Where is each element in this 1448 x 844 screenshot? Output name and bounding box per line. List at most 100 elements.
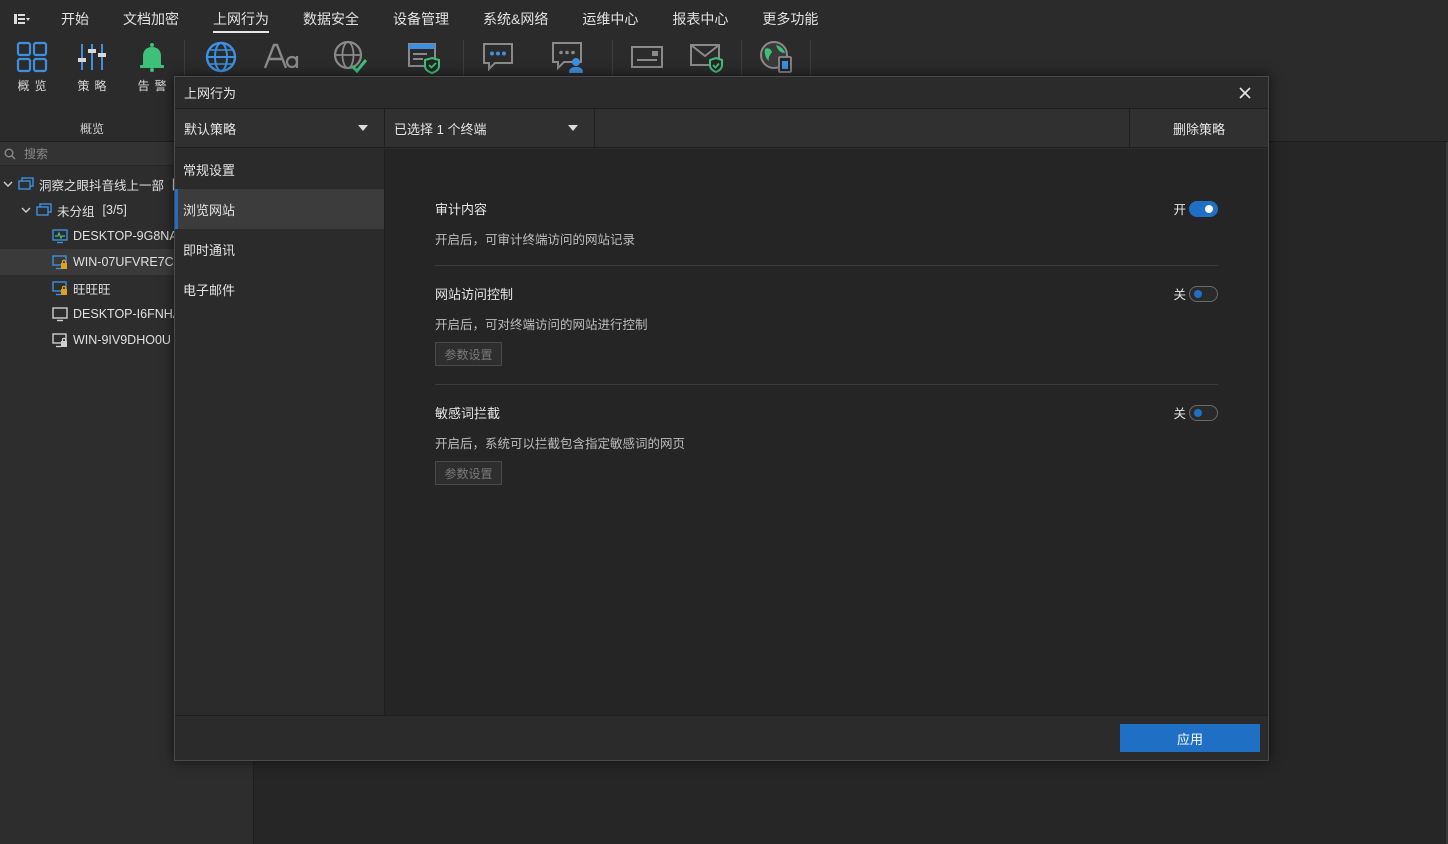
section-title: 网站访问控制 bbox=[435, 286, 514, 302]
globe-device-icon bbox=[756, 38, 796, 76]
toggle-state-label: 关 bbox=[1173, 288, 1186, 302]
monitor-offline-lock-icon bbox=[52, 332, 68, 348]
menu-device-management[interactable]: 设备管理 bbox=[376, 0, 466, 38]
policy-bar-spacer bbox=[595, 109, 1130, 147]
sensitive-word-switch[interactable] bbox=[1189, 404, 1218, 421]
tree-terminal-label: WIN-07UFVRE7CI bbox=[73, 255, 178, 269]
monitor-lock-icon bbox=[52, 280, 68, 296]
caret-down-icon bbox=[358, 125, 368, 131]
alarm-tool-button[interactable]: 告警 bbox=[122, 38, 182, 100]
apply-button[interactable]: 应用 bbox=[1120, 724, 1260, 752]
toggle-state-label: 关 bbox=[1173, 407, 1186, 421]
dialog-policy-bar: 默认策略 已选择 1 个终端 删除策略 bbox=[175, 109, 1268, 148]
tree-terminal-label: 旺旺旺 bbox=[73, 282, 111, 297]
nav-general-settings[interactable]: 常规设置 bbox=[175, 149, 384, 189]
toggle-state-label: 开 bbox=[1173, 203, 1186, 217]
delete-policy-button[interactable]: 删除策略 bbox=[1130, 109, 1268, 147]
email-icon bbox=[627, 38, 667, 76]
switch-knob bbox=[1194, 408, 1202, 417]
search-placeholder: 搜索 bbox=[24, 147, 49, 161]
dialog-footer: 应用 bbox=[175, 715, 1268, 760]
web-access-control-switch[interactable] bbox=[1189, 285, 1218, 302]
terminal-dropdown-value: 已选择 1 个终端 bbox=[394, 121, 487, 137]
web-access-toggle-group: 关 bbox=[1173, 284, 1218, 303]
policy-sliders-icon bbox=[72, 38, 112, 76]
webpage-shield-icon bbox=[404, 38, 444, 76]
chevron-down-icon[interactable] bbox=[20, 204, 32, 216]
menu-more-features[interactable]: 更多功能 bbox=[745, 0, 835, 38]
policy-dropdown[interactable]: 默认策略 bbox=[175, 109, 385, 147]
menu-ops-center[interactable]: 运维中心 bbox=[565, 0, 655, 38]
sensitive-word-section: 敏感词拦截 开启后，系统可以拦截包含指定敏感词的网页 参数设置 关 bbox=[435, 403, 1218, 485]
section-divider bbox=[435, 384, 1218, 385]
audit-content-toggle-group: 开 bbox=[1173, 199, 1218, 218]
menu-doc-encrypt[interactable]: 文档加密 bbox=[106, 0, 196, 38]
policy-tool-button[interactable]: 策略 bbox=[62, 38, 122, 100]
ribbon-separator bbox=[184, 40, 185, 76]
chat-user-icon bbox=[547, 38, 587, 76]
terminal-dropdown[interactable]: 已选择 1 个终端 bbox=[385, 109, 595, 147]
globe-check-icon bbox=[330, 38, 370, 76]
monitor-offline-icon bbox=[52, 306, 68, 322]
dialog-body: 常规设置 浏览网站 即时通讯 电子邮件 审计内容 开启后，可审计终端访问的网站记… bbox=[175, 149, 1268, 716]
section-description: 开启后，可对终端访问的网站进行控制 bbox=[435, 318, 648, 332]
email-shield-icon bbox=[686, 38, 726, 76]
ribbon-separator bbox=[463, 40, 464, 76]
overview-tool-button[interactable]: 概览 bbox=[2, 38, 62, 100]
search-icon bbox=[4, 148, 16, 159]
menu-system-network[interactable]: 系统&网络 bbox=[466, 0, 565, 38]
nav-browse-websites[interactable]: 浏览网站 bbox=[175, 189, 384, 229]
ribbon-separator bbox=[741, 40, 742, 76]
caret-down-icon bbox=[568, 125, 578, 131]
tree-terminal-label: DESKTOP-I6FNHA bbox=[73, 307, 182, 321]
globe-icon bbox=[201, 38, 241, 76]
tree-node-label: 洞察之眼抖音线上一部 bbox=[39, 178, 165, 193]
settings-content: 审计内容 开启后，可审计终端访问的网站记录 开 网站访问控制 开启后，可对终端访… bbox=[385, 149, 1268, 716]
app-menu-icon[interactable] bbox=[0, 0, 44, 38]
menu-bar: 开始 文档加密 上网行为 数据安全 设备管理 系统&网络 运维中心 报表中心 更… bbox=[0, 0, 1448, 38]
tree-terminal-label: WIN-9IV9DHO0U bbox=[73, 333, 171, 347]
alarm-bell-icon bbox=[132, 38, 172, 76]
section-title: 敏感词拦截 bbox=[435, 405, 501, 421]
sensitive-word-toggle-group: 关 bbox=[1173, 403, 1218, 422]
menu-start[interactable]: 开始 bbox=[44, 0, 106, 38]
menu-report-center[interactable]: 报表中心 bbox=[655, 0, 745, 38]
monitor-online-icon bbox=[52, 228, 68, 244]
close-icon[interactable] bbox=[1236, 84, 1254, 102]
switch-knob bbox=[1194, 289, 1202, 298]
menu-data-security[interactable]: 数据安全 bbox=[286, 0, 376, 38]
section-description: 开启后，系统可以拦截包含指定敏感词的网页 bbox=[435, 437, 686, 451]
dialog-title-bar: 上网行为 bbox=[175, 77, 1268, 109]
param-settings-button[interactable]: 参数设置 bbox=[435, 461, 502, 485]
section-title: 审计内容 bbox=[435, 201, 488, 217]
group-icon bbox=[18, 176, 34, 192]
web-behavior-dialog: 上网行为 默认策略 已选择 1 个终端 删除策略 常规设置 浏览网站 即时通讯 … bbox=[174, 76, 1269, 761]
chat-icon bbox=[478, 38, 518, 76]
group-icon bbox=[36, 202, 52, 218]
audit-content-section: 审计内容 开启后，可审计终端访问的网站记录 开 bbox=[435, 199, 1218, 247]
web-access-control-section: 网站访问控制 开启后，可对终端访问的网站进行控制 参数设置 关 bbox=[435, 284, 1218, 366]
ribbon-separator bbox=[810, 40, 811, 76]
section-divider bbox=[435, 265, 1218, 266]
switch-knob bbox=[1205, 204, 1213, 213]
tree-terminal-label: DESKTOP-9G8NA bbox=[73, 229, 178, 243]
ribbon-separator bbox=[612, 40, 613, 76]
tree-node-count: [3/5] bbox=[102, 203, 127, 217]
font-aa-icon bbox=[261, 38, 301, 76]
overview-tool-label: 概览 bbox=[17, 79, 52, 93]
dialog-nav: 常规设置 浏览网站 即时通讯 电子邮件 bbox=[175, 149, 385, 716]
audit-content-switch[interactable] bbox=[1189, 200, 1218, 217]
dialog-title: 上网行为 bbox=[184, 86, 237, 101]
overview-grid-icon bbox=[12, 38, 52, 76]
policy-tool-label: 策略 bbox=[77, 79, 112, 93]
tree-node-label: 未分组 bbox=[57, 204, 95, 219]
param-settings-button[interactable]: 参数设置 bbox=[435, 342, 502, 366]
ribbon-group-label: 概览 bbox=[79, 122, 104, 136]
nav-instant-messaging[interactable]: 即时通讯 bbox=[175, 229, 384, 269]
policy-dropdown-value: 默认策略 bbox=[184, 121, 237, 137]
nav-email[interactable]: 电子邮件 bbox=[175, 269, 384, 309]
chevron-down-icon[interactable] bbox=[2, 178, 14, 190]
section-description: 开启后，可审计终端访问的网站记录 bbox=[435, 233, 636, 247]
menu-web-behavior[interactable]: 上网行为 bbox=[196, 0, 286, 38]
monitor-lock-icon bbox=[52, 254, 68, 270]
